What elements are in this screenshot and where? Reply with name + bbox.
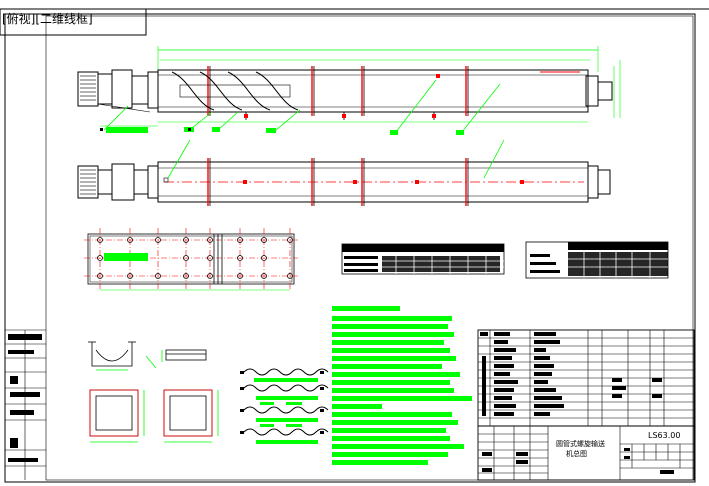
parameter-table-1 (341, 243, 505, 275)
flange-detail-right (163, 389, 219, 443)
cover-section-detail (161, 349, 207, 362)
conveyor-top-view (77, 46, 621, 135)
drawing-sheet: LS63.00 圆管式螺旋输送 机总图 (0, 8, 709, 483)
technical-notes (332, 306, 472, 465)
drawing-title-line-2: 机总图 (566, 449, 587, 458)
bill-of-materials-text (480, 332, 662, 416)
parameter-table-2 (525, 241, 669, 279)
bolt-layout-plan (84, 228, 298, 291)
spiral-shaft-details (240, 368, 329, 444)
trough-section-detail (88, 341, 157, 371)
conveyor-front-view (77, 139, 611, 206)
cad-drawing-canvas[interactable]: [俯视][二维线框] LS63.00 圆管式螺旋输送 机总图 (0, 0, 709, 486)
flange-detail-left (89, 389, 145, 443)
drawing-number: LS63.00 (648, 431, 680, 440)
drawing-title-line-1: 圆管式螺旋输送 (556, 439, 605, 448)
